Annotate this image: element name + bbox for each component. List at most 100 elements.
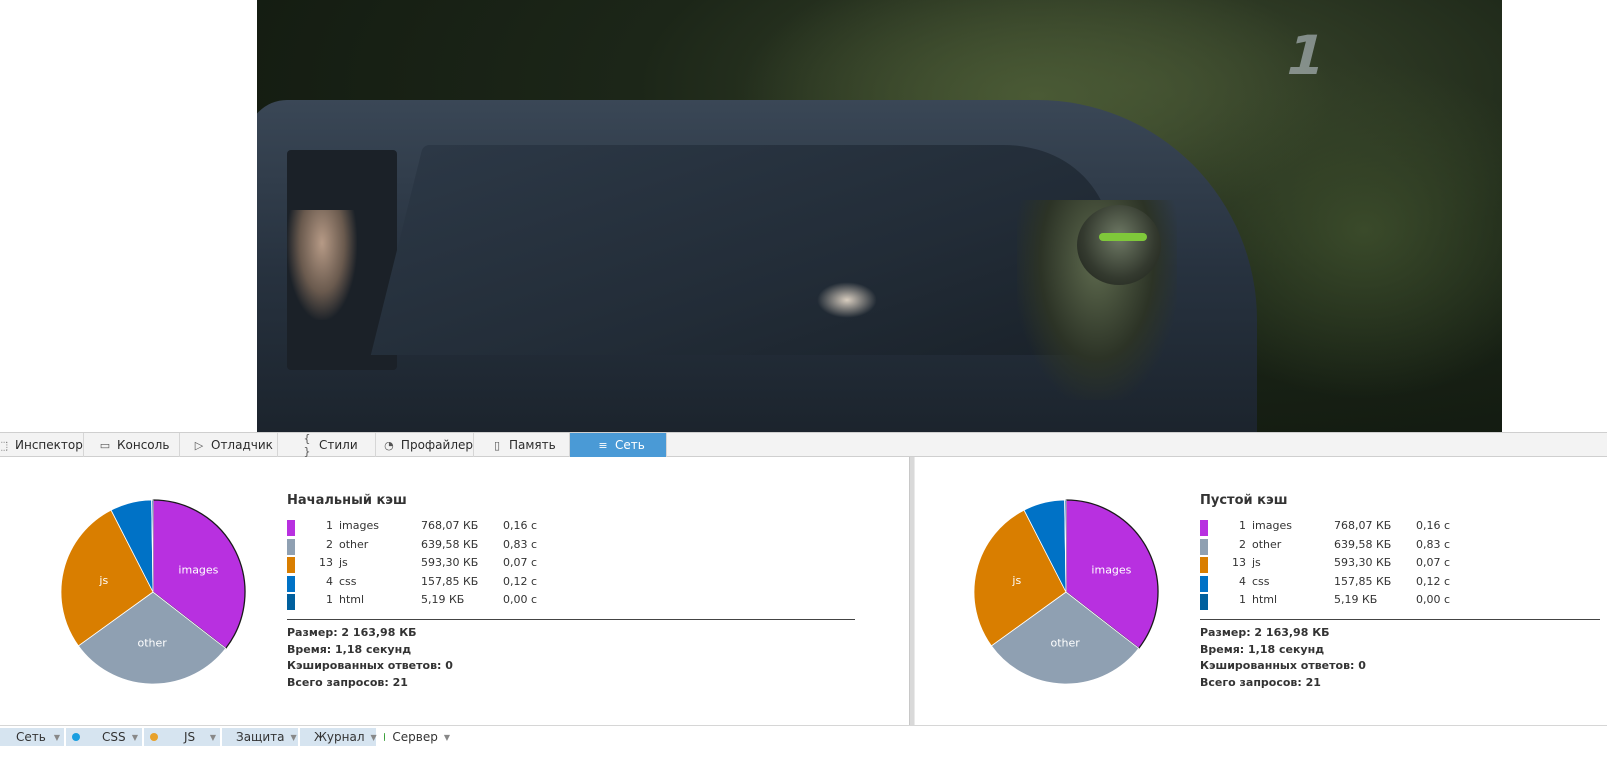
size: 768,07 КБ <box>1334 519 1392 532</box>
count: 2 <box>326 537 333 551</box>
filter-label: Защита <box>236 730 285 744</box>
legend: 1 images 768,07 КБ 0,16 с 2 other 639,58 КБ 0,… <box>1200 519 1500 612</box>
tab-network[interactable]: ≡ Сеть <box>570 433 667 457</box>
legend-row: 4 css 157,85 КБ 0,12 с <box>1200 575 1500 594</box>
time: 0,00 с <box>503 593 538 606</box>
network-statistics-view: images other js Начальный кэш 1 images 768,0… <box>0 457 1607 725</box>
legend: 1 images 768,07 КБ 0,16 с 2 other 639,58 КБ 0,… <box>287 519 587 612</box>
summary: Размер: 2 163,98 КБ Время: 1,18 секунд К… <box>1200 625 1366 691</box>
size: 639,58 КБ <box>421 537 479 551</box>
count: 1 <box>326 593 333 606</box>
size: 157,85 КБ <box>1334 574 1392 588</box>
primed-cache-panel: images other js Начальный кэш 1 images 768,0… <box>0 457 909 725</box>
tab-memory[interactable]: ▯ Память <box>474 433 570 457</box>
legend-row: 1 images 768,07 КБ 0,16 с <box>1200 519 1500 538</box>
profiler-icon: ◔ <box>384 438 394 452</box>
memory-icon: ▯ <box>493 438 501 452</box>
type: images <box>339 519 379 532</box>
filter-css-button[interactable]: CSS ▼ <box>66 728 142 746</box>
filter-label: JS <box>184 730 196 744</box>
debugger-icon: ▷ <box>194 438 204 452</box>
tab-label: Консоль <box>117 438 170 452</box>
tab-label: Стили <box>319 438 358 452</box>
empty-cache-panel: images other js Пустой кэш 1 images 768,07 К… <box>915 457 1607 725</box>
css-dot-icon <box>72 733 80 741</box>
count: 2 <box>1239 537 1246 551</box>
js-dot-icon <box>150 733 158 741</box>
legend-row: 13 js 593,30 КБ 0,07 с <box>1200 556 1500 575</box>
summary-cached: Кэшированных ответов: 0 <box>1200 659 1366 673</box>
filter-logging-button[interactable]: Журнал ▼ <box>300 728 377 746</box>
time: 0,12 с <box>503 574 538 588</box>
pie-label-images: images <box>178 564 218 577</box>
time: 0,16 с <box>503 519 538 532</box>
swatch-other <box>1200 538 1208 555</box>
style-editor-icon: { } <box>303 432 311 458</box>
inspector-icon: ⬚ <box>0 438 9 452</box>
time: 0,83 с <box>1416 537 1451 551</box>
panel-title: Начальный кэш <box>287 493 407 508</box>
legend-row: 2 other 639,58 КБ 0,83 с <box>1200 538 1500 557</box>
pie-label-other: other <box>1050 637 1080 650</box>
pie-label-js: js <box>1011 574 1021 587</box>
chevron-down-icon[interactable]: ▼ <box>210 733 216 742</box>
count: 4 <box>326 574 333 588</box>
swatch-html <box>287 594 295 610</box>
count: 1 <box>1239 593 1246 606</box>
tab-profiler[interactable]: ◔ Профайлер <box>376 433 474 457</box>
legend-row: 4 css 157,85 КБ 0,12 с <box>287 575 587 594</box>
type: css <box>339 574 357 588</box>
type: css <box>1252 574 1270 588</box>
time: 0,16 с <box>1416 519 1451 532</box>
chevron-down-icon[interactable]: ▼ <box>54 733 60 742</box>
devtools-toolbar: ⬚ Инспектор ▭ Консоль ▷ Отладчик { } Сти… <box>0 432 1607 458</box>
summary-total: Всего запросов: 21 <box>1200 675 1321 689</box>
chevron-down-icon[interactable]: ▼ <box>444 733 450 742</box>
console-filter-bar: Сеть ▼ CSS ▼ JS ▼ Защита ▼ Журнал ▼ Серв… <box>0 725 1607 760</box>
chevron-down-icon[interactable]: ▼ <box>132 733 138 742</box>
summary-size: Размер: 2 163,98 КБ <box>1200 626 1330 639</box>
type: html <box>1252 593 1278 606</box>
tab-inspector[interactable]: ⬚ Инспектор <box>0 433 84 457</box>
count: 13 <box>1232 556 1246 569</box>
tab-style-editor[interactable]: { } Стили <box>278 432 376 458</box>
filter-label: Журнал <box>314 730 365 744</box>
console-icon: ▭ <box>99 438 111 452</box>
tab-console[interactable]: ▭ Консоль <box>84 433 180 457</box>
video-frame[interactable]: 1 <box>257 0 1502 432</box>
tab-label: Отладчик <box>211 438 273 452</box>
type: js <box>339 556 348 569</box>
type: js <box>1252 556 1261 569</box>
size: 593,30 КБ <box>1334 556 1392 569</box>
chevron-down-icon[interactable]: ▼ <box>371 733 377 742</box>
tab-debugger[interactable]: ▷ Отладчик <box>180 433 278 457</box>
primed-cache-pie-chart: images other js <box>60 499 246 685</box>
separator <box>287 619 855 620</box>
driver-figure <box>287 210 357 320</box>
legend-row: 1 html 5,19 КБ 0,00 с <box>1200 593 1500 612</box>
type: other <box>1252 537 1282 551</box>
tab-label: Профайлер <box>400 438 473 452</box>
size: 768,07 КБ <box>421 519 479 532</box>
count: 13 <box>319 556 333 569</box>
filter-server-button[interactable]: Сервер ▼ <box>378 728 454 746</box>
filter-js-button[interactable]: JS ▼ <box>144 728 220 746</box>
count: 1 <box>1239 519 1246 532</box>
size: 5,19 КБ <box>1334 593 1378 606</box>
summary-time: Время: 1,18 секунд <box>287 642 412 656</box>
tab-label: Память <box>509 438 556 452</box>
swatch-css <box>1200 575 1208 592</box>
type: other <box>339 537 369 551</box>
summary: Размер: 2 163,98 КБ Время: 1,18 секунд К… <box>287 625 453 691</box>
time: 0,07 с <box>1416 556 1451 569</box>
filter-net-button[interactable]: Сеть ▼ <box>0 728 64 746</box>
summary-time: Время: 1,18 секунд <box>1200 642 1325 656</box>
tab-label: Сеть <box>615 438 645 452</box>
legend-row: 2 other 639,58 КБ 0,83 с <box>287 538 587 557</box>
swatch-css <box>287 575 295 592</box>
swatch-js <box>287 557 295 573</box>
panel-splitter[interactable] <box>909 457 915 725</box>
filter-security-button[interactable]: Защита ▼ <box>222 728 298 746</box>
pie-label-other: other <box>137 637 167 650</box>
chevron-down-icon[interactable]: ▼ <box>291 733 297 742</box>
